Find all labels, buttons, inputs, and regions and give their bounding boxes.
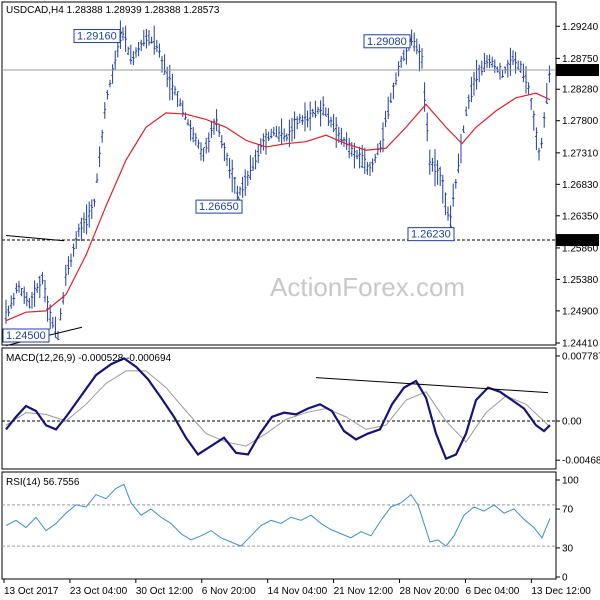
support-level-label: 1.25980 (558, 236, 595, 247)
rsi-y-tick-label: 70 (562, 505, 574, 516)
x-tick-label: 21 Nov 12:00 (334, 586, 394, 597)
chart-canvas: ActionForex.com 1.29240 1.28750 1.28280 1.2… (1, 1, 600, 597)
annotation-label: 1.26650 (199, 201, 239, 213)
x-tick-label: 14 Nov 04:00 (268, 586, 328, 597)
price-y-tick-label: 1.29240 (562, 22, 599, 33)
rsi-y-tick-label: 30 (562, 543, 574, 554)
macd-y-tick-label: -0.004688 (562, 456, 600, 467)
macd-y-axis: 0.007787 0.00 -0.004688 (556, 351, 600, 467)
price-y-tick-label: 1.26830 (562, 180, 599, 191)
price-y-tick-label: 1.25380 (562, 275, 599, 286)
rsi-panel: 100 70 30 0 RSI(14) 56.7556 (1, 471, 579, 584)
x-tick-label: 30 Oct 12:00 (136, 586, 194, 597)
x-tick-label: 23 Oct 04:00 (70, 586, 128, 597)
current-price-label: 1.28573 (558, 66, 595, 77)
x-tick-label: 13 Oct 2017 (4, 586, 59, 597)
rsi-panel-header: RSI(14) 56.7556 (6, 477, 80, 488)
macd-y-tick-label: 0.007787 (562, 351, 600, 362)
x-axis: 13 Oct 2017 23 Oct 04:00 30 Oct 12:00 6 Nov… (3, 579, 591, 597)
annotation-label: 1.26230 (411, 229, 451, 241)
price-y-tick-label: 1.26350 (562, 211, 599, 222)
price-y-tick-label: 1.28280 (562, 85, 599, 96)
annotation-label: 1.29160 (77, 31, 117, 43)
macd-y-tick-label: 0.00 (562, 417, 582, 428)
x-tick-label: 6 Nov 20:00 (202, 586, 256, 597)
price-y-tick-label: 1.28750 (562, 54, 599, 65)
macd-panel-header: MACD(12,26,9) -0.000528 -0.000694 (6, 353, 172, 364)
annotation-label: 1.29080 (367, 36, 407, 48)
price-y-tick-label: 1.24410 (562, 339, 599, 350)
price-y-tick-label: 1.27310 (562, 148, 599, 159)
annotation-label: 1.24500 (6, 330, 46, 342)
x-tick-label: 28 Nov 20:00 (400, 586, 460, 597)
price-y-tick-label: 1.27800 (562, 116, 599, 127)
rsi-y-axis: 100 70 30 0 (556, 476, 579, 584)
rsi-y-tick-label: 0 (562, 573, 568, 584)
watermark: ActionForex.com (270, 272, 465, 302)
macd-panel: 0.007787 0.00 -0.004688 MACD(12,26,9) -0.0… (1, 347, 600, 470)
rsi-y-tick-label: 100 (562, 476, 579, 487)
x-tick-label: 13 Dec 12:00 (531, 586, 591, 597)
x-tick-label: 6 Dec 04:00 (465, 586, 519, 597)
price-panel: ActionForex.com 1.29240 1.28750 1.28280 1.2… (1, 1, 599, 350)
price-y-tick-label: 1.24900 (562, 306, 599, 317)
price-panel-header: USDCAD,H4 1.28388 1.28939 1.28388 1.2857… (6, 5, 220, 16)
rsi-panel-frame (1, 471, 557, 580)
